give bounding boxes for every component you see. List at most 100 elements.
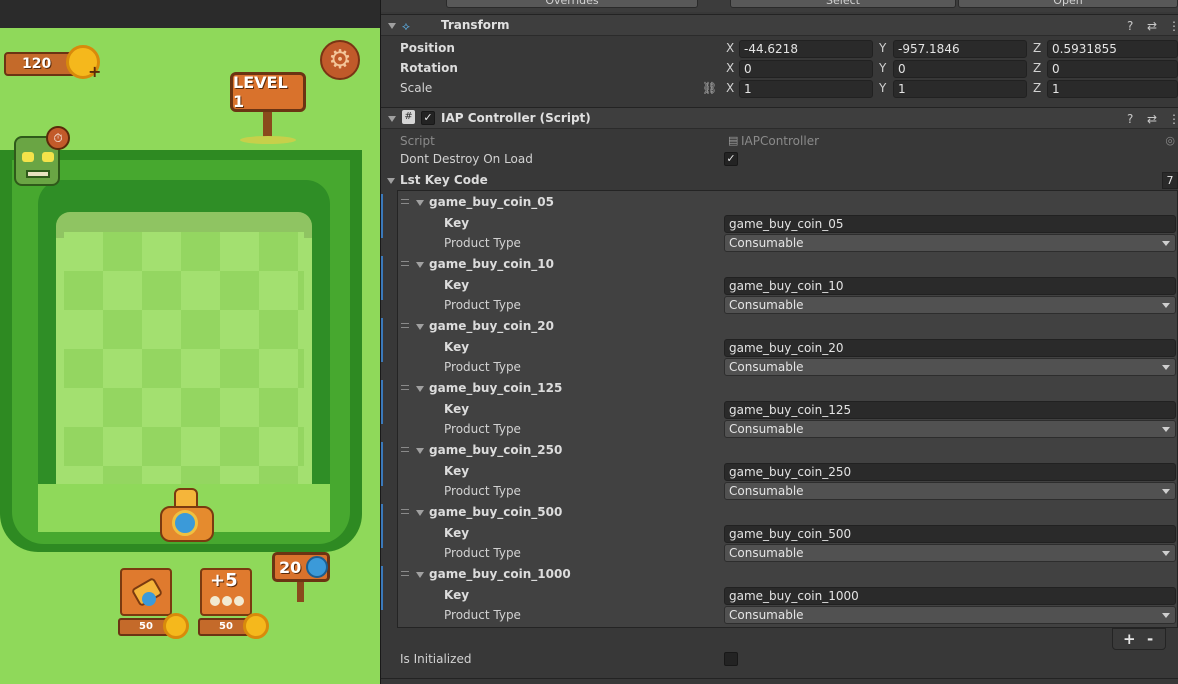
list-collapse-arrow-icon[interactable] [387, 178, 395, 184]
object-picker-icon[interactable]: ◎ [1165, 133, 1175, 149]
product-type-dropdown[interactable]: Consumable [724, 420, 1176, 438]
component-enabled-checkbox[interactable]: ✓ [421, 111, 435, 125]
remove-element-button[interactable]: - [1147, 630, 1153, 648]
element-collapse-arrow-icon[interactable] [416, 386, 424, 392]
drag-handle-icon[interactable] [401, 385, 409, 390]
position-z-field[interactable]: 0.5931855 [1047, 40, 1178, 58]
product-type-dropdown[interactable]: Consumable [724, 482, 1176, 500]
product-type-value: Consumable [729, 422, 804, 436]
axis-x-label[interactable]: X [726, 41, 734, 55]
element-collapse-arrow-icon[interactable] [416, 572, 424, 578]
more-options-icon[interactable]: ⋮ [1168, 112, 1178, 126]
overrides-dropdown[interactable]: Overrides [446, 0, 698, 8]
iap-controller-header[interactable]: # ✓ IAP Controller (Script) ? ⇄ ⋮ [381, 107, 1178, 129]
drag-handle-icon[interactable] [401, 199, 409, 204]
element-collapse-arrow-icon[interactable] [416, 510, 424, 516]
open-button[interactable]: Open [958, 0, 1178, 8]
scale-y-field[interactable]: 1 [893, 80, 1027, 98]
axis-y-label[interactable]: Y [879, 41, 886, 55]
ammo-ball-icon [210, 596, 220, 606]
transform-header[interactable]: ⟡ Transform ? ⇄ ⋮ [381, 14, 1178, 36]
key-field[interactable]: game_buy_coin_05 [724, 215, 1176, 233]
collapse-arrow-icon[interactable] [388, 23, 396, 29]
component-separator [381, 678, 1178, 679]
element-name: game_buy_coin_1000 [429, 567, 571, 581]
key-field[interactable]: game_buy_coin_250 [724, 463, 1176, 481]
list-label: Lst Key Code [400, 173, 488, 187]
key-field[interactable]: game_buy_coin_10 [724, 277, 1176, 295]
position-x-field[interactable]: -44.6218 [739, 40, 873, 58]
key-field[interactable]: game_buy_coin_500 [724, 525, 1176, 543]
dont-destroy-checkbox[interactable]: ✓ [724, 152, 738, 166]
dropdown-arrow-icon [1162, 613, 1170, 618]
script-field: ▤ IAPController ◎ [724, 132, 1178, 150]
transform-icon: ⟡ [402, 19, 410, 33]
key-label: Key [444, 216, 470, 230]
add-element-button[interactable]: + [1123, 630, 1136, 648]
axis-y-label[interactable]: Y [879, 81, 886, 95]
settings-gear-icon[interactable]: ⚙ [320, 40, 360, 80]
axis-x-label[interactable]: X [726, 61, 734, 75]
element-collapse-arrow-icon[interactable] [416, 324, 424, 330]
key-field[interactable]: game_buy_coin_1000 [724, 587, 1176, 605]
drag-handle-icon[interactable] [401, 261, 409, 266]
product-type-dropdown[interactable]: Consumable [724, 544, 1176, 562]
game-board [56, 212, 312, 512]
script-file-icon: ▤ [728, 134, 739, 147]
ammo-pack-label: +5 [210, 570, 238, 591]
list-selection-marker [381, 442, 383, 486]
key-field[interactable]: game_buy_coin_20 [724, 339, 1176, 357]
game-view: 120 + ⚙ LEVEL 1 ⏱ 50 +5 50 20 [0, 0, 380, 684]
product-type-value: Consumable [729, 236, 804, 250]
axis-y-label[interactable]: Y [879, 61, 886, 75]
element-collapse-arrow-icon[interactable] [416, 448, 424, 454]
drag-handle-icon[interactable] [401, 571, 409, 576]
drag-handle-icon[interactable] [401, 447, 409, 452]
element-collapse-arrow-icon[interactable] [416, 200, 424, 206]
element-name: game_buy_coin_250 [429, 443, 563, 457]
select-button[interactable]: Select [730, 0, 956, 8]
axis-z-label[interactable]: Z [1033, 61, 1041, 75]
is-initialized-checkbox[interactable] [724, 652, 738, 666]
product-type-dropdown[interactable]: Consumable [724, 296, 1176, 314]
product-type-label: Product Type [444, 546, 521, 560]
level-label: LEVEL 1 [233, 73, 288, 111]
rotation-x-field[interactable]: 0 [739, 60, 873, 78]
shop-cannon-upgrade[interactable] [120, 568, 172, 616]
dropdown-arrow-icon [1162, 303, 1170, 308]
element-name: game_buy_coin_20 [429, 319, 554, 333]
ammo-ball-icon [306, 556, 328, 578]
dropdown-arrow-icon [1162, 489, 1170, 494]
drag-handle-icon[interactable] [401, 323, 409, 328]
scale-x-field[interactable]: 1 [739, 80, 873, 98]
help-icon[interactable]: ? [1127, 19, 1133, 33]
product-type-dropdown[interactable]: Consumable [724, 606, 1176, 624]
rotation-z-field[interactable]: 0 [1047, 60, 1178, 78]
drag-handle-icon[interactable] [401, 509, 409, 514]
ammo-ball-icon [222, 596, 232, 606]
element-name: game_buy_coin_500 [429, 505, 563, 519]
add-coins-button[interactable]: + [88, 62, 101, 81]
element-name: game_buy_coin_125 [429, 381, 563, 395]
presets-icon[interactable]: ⇄ [1147, 112, 1157, 126]
rotation-y-field[interactable]: 0 [893, 60, 1027, 78]
key-field[interactable]: game_buy_coin_125 [724, 401, 1176, 419]
axis-z-label[interactable]: Z [1033, 41, 1041, 55]
product-type-dropdown[interactable]: Consumable [724, 234, 1176, 252]
help-icon[interactable]: ? [1127, 112, 1133, 126]
presets-icon[interactable]: ⇄ [1147, 19, 1157, 33]
position-y-field[interactable]: -957.1846 [893, 40, 1027, 58]
element-collapse-arrow-icon[interactable] [416, 262, 424, 268]
product-type-dropdown[interactable]: Consumable [724, 358, 1176, 376]
product-type-label: Product Type [444, 422, 521, 436]
collapse-arrow-icon[interactable] [388, 116, 396, 122]
scale-z-field[interactable]: 1 [1047, 80, 1178, 98]
more-options-icon[interactable]: ⋮ [1168, 19, 1178, 33]
axis-z-label[interactable]: Z [1033, 81, 1041, 95]
list-size-field[interactable]: 7 [1162, 172, 1178, 189]
list-selection-marker [381, 566, 383, 610]
link-icon[interactable]: ⛓ [702, 81, 717, 95]
axis-x-label[interactable]: X [726, 81, 734, 95]
prefab-toolbar: Overrides Select Open [381, 0, 1178, 12]
list-add-remove-buttons: + - [1112, 628, 1166, 650]
